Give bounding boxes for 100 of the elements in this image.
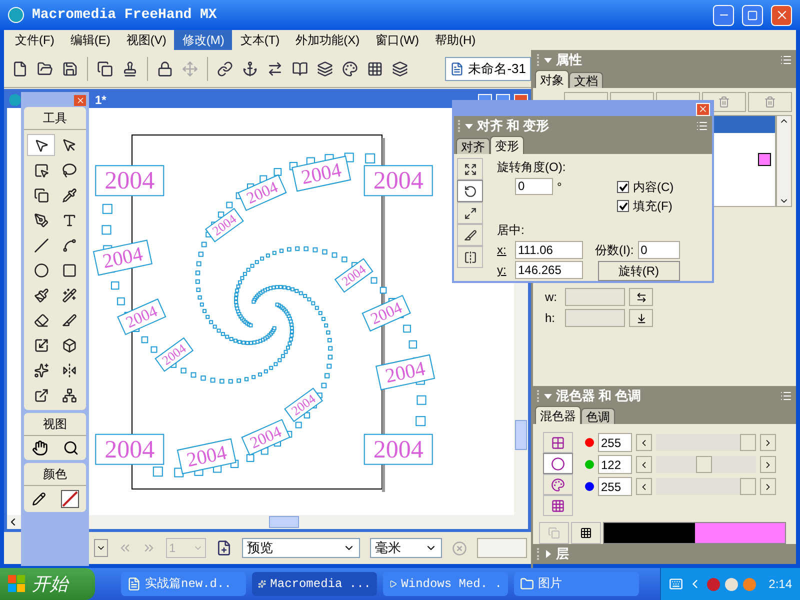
channel-value-field[interactable]: 255 bbox=[598, 477, 632, 496]
menu-item[interactable]: 帮助(H) bbox=[426, 30, 484, 50]
rotate-mode-button[interactable] bbox=[457, 180, 483, 202]
layers-icon[interactable] bbox=[317, 60, 333, 76]
collapse-triangle-icon[interactable] bbox=[544, 56, 552, 64]
size-field[interactable] bbox=[565, 288, 625, 306]
document-selector[interactable]: 未命名-31 bbox=[445, 56, 531, 80]
coordinate-field[interactable]: 146.265 bbox=[515, 261, 583, 279]
add-swatch-button[interactable] bbox=[571, 522, 601, 544]
stack-icon[interactable] bbox=[392, 60, 408, 76]
tray-app-icon[interactable] bbox=[724, 578, 738, 590]
channel-value-field[interactable]: 122 bbox=[598, 455, 632, 474]
skew-mode-button[interactable] bbox=[457, 224, 483, 246]
rgb-mode-button[interactable] bbox=[543, 453, 573, 474]
system-colors-button[interactable] bbox=[543, 495, 573, 516]
stroke-color-swatch[interactable] bbox=[60, 490, 78, 508]
slider-thumb[interactable] bbox=[740, 434, 756, 451]
reflect-mode-button[interactable] bbox=[457, 246, 483, 268]
slider-left-button[interactable] bbox=[636, 456, 652, 473]
zoom-icon[interactable] bbox=[62, 440, 78, 456]
coordinate-field[interactable]: 111.06 bbox=[515, 241, 583, 259]
checkbox[interactable] bbox=[617, 200, 629, 212]
book-icon[interactable] bbox=[292, 60, 308, 76]
grip-handle[interactable] bbox=[537, 548, 540, 560]
palette-icon[interactable] bbox=[342, 60, 358, 76]
grip-handle[interactable] bbox=[458, 120, 461, 132]
grip-handle[interactable] bbox=[537, 390, 540, 402]
slider-thumb[interactable] bbox=[696, 456, 712, 473]
units-dropdown[interactable]: 毫米 bbox=[370, 538, 442, 558]
panel-tab[interactable]: 变形 bbox=[490, 136, 524, 154]
duplicate-icon[interactable] bbox=[97, 60, 113, 76]
copies-field[interactable]: 0 bbox=[638, 241, 680, 259]
selected-text: 2004 bbox=[117, 298, 166, 336]
menu-item[interactable]: 文本(T) bbox=[232, 30, 288, 50]
menu-item[interactable]: 视图(V) bbox=[118, 30, 174, 50]
link-icon[interactable] bbox=[217, 60, 233, 76]
size-field[interactable] bbox=[565, 309, 625, 327]
panel-tab[interactable]: 对齐 bbox=[456, 138, 490, 154]
slider-track[interactable] bbox=[656, 434, 756, 451]
grid-icon[interactable] bbox=[367, 60, 383, 76]
start-button[interactable]: 开始 bbox=[0, 568, 95, 600]
close-button[interactable] bbox=[771, 4, 792, 26]
slider-track[interactable] bbox=[656, 478, 756, 495]
panel-tab[interactable]: 文档 bbox=[569, 72, 603, 88]
trash-icon bbox=[718, 96, 730, 108]
slider-track[interactable] bbox=[656, 456, 756, 473]
stamp-icon[interactable] bbox=[122, 60, 138, 76]
checkbox[interactable] bbox=[617, 181, 629, 193]
grip-handle[interactable] bbox=[537, 54, 540, 66]
menu-item[interactable]: 外加功能(X) bbox=[288, 30, 368, 50]
hls-mode-button[interactable] bbox=[543, 474, 573, 495]
size-option-button[interactable] bbox=[629, 309, 653, 327]
slider-right-button[interactable] bbox=[760, 434, 776, 451]
cmyk-mode-button[interactable] bbox=[543, 432, 573, 453]
slider-thumb[interactable] bbox=[740, 478, 756, 495]
slider-right-button[interactable] bbox=[760, 456, 776, 473]
menu-item[interactable]: 编辑(E) bbox=[62, 30, 118, 50]
menu-item[interactable]: 修改(M) bbox=[174, 30, 232, 50]
collapse-triangle-icon[interactable] bbox=[544, 392, 552, 400]
panel-tab[interactable]: 混色器 bbox=[535, 406, 581, 424]
swap-icon[interactable] bbox=[267, 60, 283, 76]
new-document-icon[interactable] bbox=[12, 60, 28, 76]
minimize-button[interactable] bbox=[713, 4, 734, 26]
expand-triangle-icon[interactable] bbox=[544, 550, 552, 558]
size-option-button[interactable] bbox=[629, 288, 653, 306]
panel-close-button[interactable] bbox=[696, 102, 710, 116]
slider-left-button[interactable] bbox=[636, 434, 652, 451]
taskbar-button[interactable]: 图片 bbox=[514, 572, 639, 596]
channel-value-field[interactable]: 255 bbox=[598, 433, 632, 452]
apply-color-button[interactable] bbox=[539, 522, 569, 544]
open-folder-icon[interactable] bbox=[37, 60, 53, 76]
scroll-thumb[interactable] bbox=[269, 516, 299, 528]
keyboard-icon[interactable] bbox=[668, 577, 683, 591]
view-mode-dropdown[interactable]: 预览 bbox=[242, 538, 360, 558]
stroke-pencil-icon[interactable] bbox=[32, 492, 46, 506]
angle-field[interactable]: 0 bbox=[515, 178, 553, 195]
slider-right-button[interactable] bbox=[760, 478, 776, 495]
collapse-triangle-icon[interactable] bbox=[465, 122, 473, 130]
anchor-icon[interactable] bbox=[242, 60, 258, 76]
maximize-button[interactable] bbox=[742, 4, 763, 26]
save-icon[interactable] bbox=[62, 60, 78, 76]
panel-close-button[interactable] bbox=[74, 95, 86, 106]
add-page-icon[interactable] bbox=[216, 540, 232, 556]
scale-mode-button[interactable] bbox=[457, 158, 483, 180]
taskbar-button[interactable]: Macromedia ... bbox=[252, 572, 377, 596]
panel-tab[interactable]: 色调 bbox=[581, 408, 615, 424]
resize-mode-button[interactable] bbox=[457, 202, 483, 224]
pointer-tool[interactable] bbox=[27, 134, 55, 156]
menu-item[interactable]: 文件(F) bbox=[7, 30, 62, 50]
lock-icon[interactable] bbox=[157, 60, 173, 76]
scroll-thumb[interactable] bbox=[515, 420, 527, 450]
rotate-button[interactable]: 旋转(R) bbox=[598, 261, 680, 281]
dropdown-button[interactable] bbox=[94, 539, 108, 557]
panel-tab[interactable]: 对象 bbox=[535, 70, 569, 88]
list-scrollbar[interactable] bbox=[776, 115, 792, 207]
hand-icon[interactable] bbox=[32, 440, 48, 456]
slider-left-button[interactable] bbox=[636, 478, 652, 495]
taskbar-button[interactable]: Windows Med. . bbox=[383, 572, 508, 596]
taskbar-button[interactable]: 实战篇new.d.. bbox=[121, 572, 246, 596]
menu-item[interactable]: 窗口(W) bbox=[368, 30, 427, 50]
